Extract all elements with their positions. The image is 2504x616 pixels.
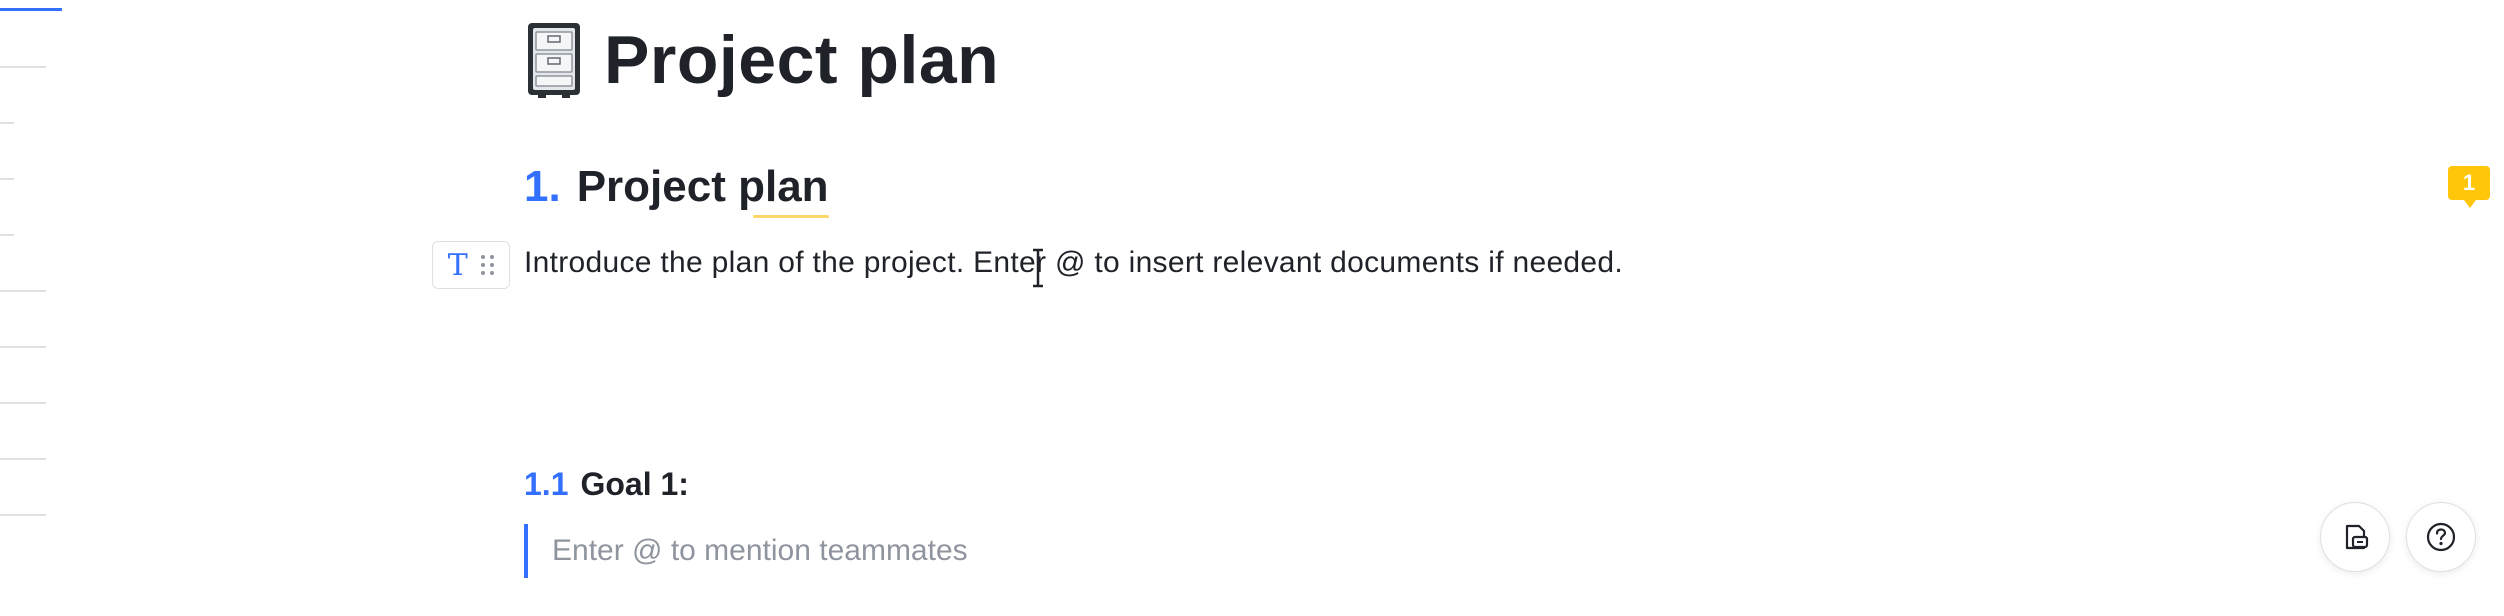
outline-item[interactable] [0,402,46,404]
page-title[interactable]: Project plan [604,26,999,94]
heading-1-number: 1. [524,162,561,211]
paragraph-text[interactable]: Introduce the plan of the project. Enter… [524,246,1623,280]
text-type-icon[interactable]: T [448,248,468,283]
quote-placeholder[interactable]: Enter @ to mention teammates [552,534,968,568]
file-cabinet-icon [528,23,580,98]
text-cursor-icon [1033,248,1043,288]
outline-item[interactable] [0,290,46,292]
outline-item-active[interactable] [0,8,62,11]
drag-handle-icon[interactable] [481,255,495,275]
outline-item[interactable] [0,66,46,68]
help-button[interactable] [2406,502,2476,572]
heading-2[interactable]: 1.1 Goal 1: [524,466,689,503]
comment-count-badge[interactable]: 1 [2448,166,2490,208]
outline-item[interactable] [0,514,46,516]
document-title-row: Project plan [526,20,999,100]
outline-rail [0,0,70,616]
heading-1[interactable]: 1. Project plan [524,162,829,218]
outline-item[interactable] [0,122,14,124]
outline-item[interactable] [0,346,46,348]
outline-item[interactable] [0,234,14,236]
quote-block[interactable]: Enter @ to mention teammates [524,524,968,578]
document-comment-button[interactable] [2320,502,2390,572]
block-type-handle[interactable]: T [432,241,510,289]
heading-2-text: Goal 1: [580,466,689,502]
outline-item[interactable] [0,178,14,180]
heading-2-number: 1.1 [524,466,569,502]
heading-1-label: Project plan [576,162,829,211]
help-icon [2426,522,2456,552]
heading-1-text: Project plan [576,162,829,218]
outline-item[interactable] [0,458,46,460]
document-comment-icon [2345,524,2369,550]
comment-highlight-underline[interactable] [752,215,829,218]
